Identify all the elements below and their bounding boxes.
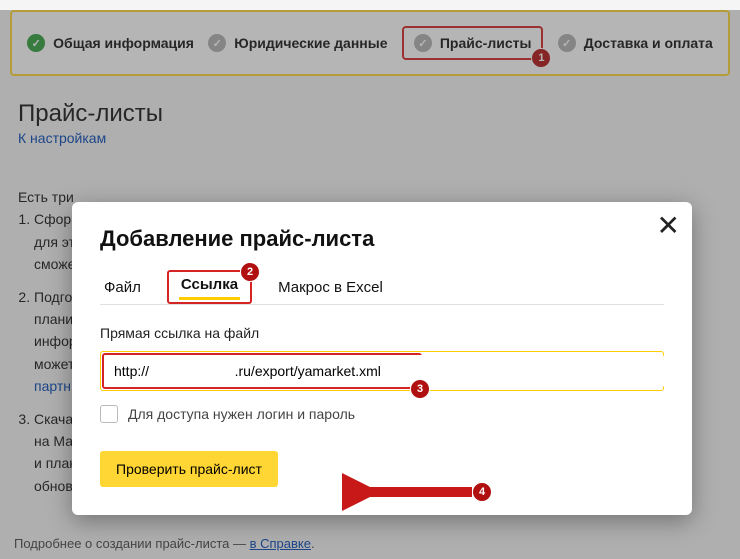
to-settings-link[interactable]: К настройкам [18, 130, 106, 146]
tab-link[interactable]: Ссылка [179, 276, 240, 300]
arrow-annotation-icon [342, 472, 482, 512]
modal-title: Добавление прайс-листа [100, 226, 664, 252]
callout-marker-2: 2 [240, 262, 260, 282]
step-label: Общая информация [53, 35, 194, 51]
wizard-steps-bar: ✓ Общая информация ✓ Юридические данные … [10, 10, 730, 76]
step-label: Юридические данные [234, 35, 387, 51]
url-input-outer: 3 [100, 351, 664, 391]
check-icon: ✓ [208, 34, 226, 52]
callout-marker-4: 4 [472, 482, 492, 502]
tab-link-highlight: Ссылка 2 [167, 270, 252, 304]
step-label: Прайс-листы [440, 35, 532, 51]
tab-file[interactable]: Файл [100, 271, 145, 304]
auth-checkbox-row: Для доступа нужен логин и пароль [100, 405, 664, 423]
url-input[interactable] [104, 355, 664, 387]
close-icon[interactable]: ✕ [657, 212, 680, 240]
step-legal-data[interactable]: ✓ Юридические данные [208, 34, 387, 52]
tab-excel-macro[interactable]: Макрос в Excel [274, 271, 387, 304]
step-delivery-payment[interactable]: ✓ Доставка и оплата [558, 34, 713, 52]
step-label: Доставка и оплата [584, 35, 713, 51]
url-input-highlight: 3 [102, 353, 422, 389]
check-icon: ✓ [27, 34, 45, 52]
check-pricelist-button[interactable]: Проверить прайс-лист [100, 451, 278, 487]
page-title: Прайс-листы [18, 100, 740, 128]
callout-marker-3: 3 [410, 379, 430, 399]
url-field-label: Прямая ссылка на файл [100, 325, 664, 341]
check-icon: ✓ [414, 34, 432, 52]
auth-checkbox-label: Для доступа нужен логин и пароль [128, 406, 355, 422]
modal-tabs: Файл Ссылка 2 Макрос в Excel [100, 270, 664, 305]
step-general-info[interactable]: ✓ Общая информация [27, 34, 194, 52]
callout-marker-1: 1 [531, 48, 551, 68]
add-pricelist-modal: ✕ Добавление прайс-листа Файл Ссылка 2 М… [72, 202, 692, 515]
check-icon: ✓ [558, 34, 576, 52]
step-pricelists[interactable]: ✓ Прайс-листы 1 [402, 26, 544, 60]
auth-required-checkbox[interactable] [100, 405, 118, 423]
